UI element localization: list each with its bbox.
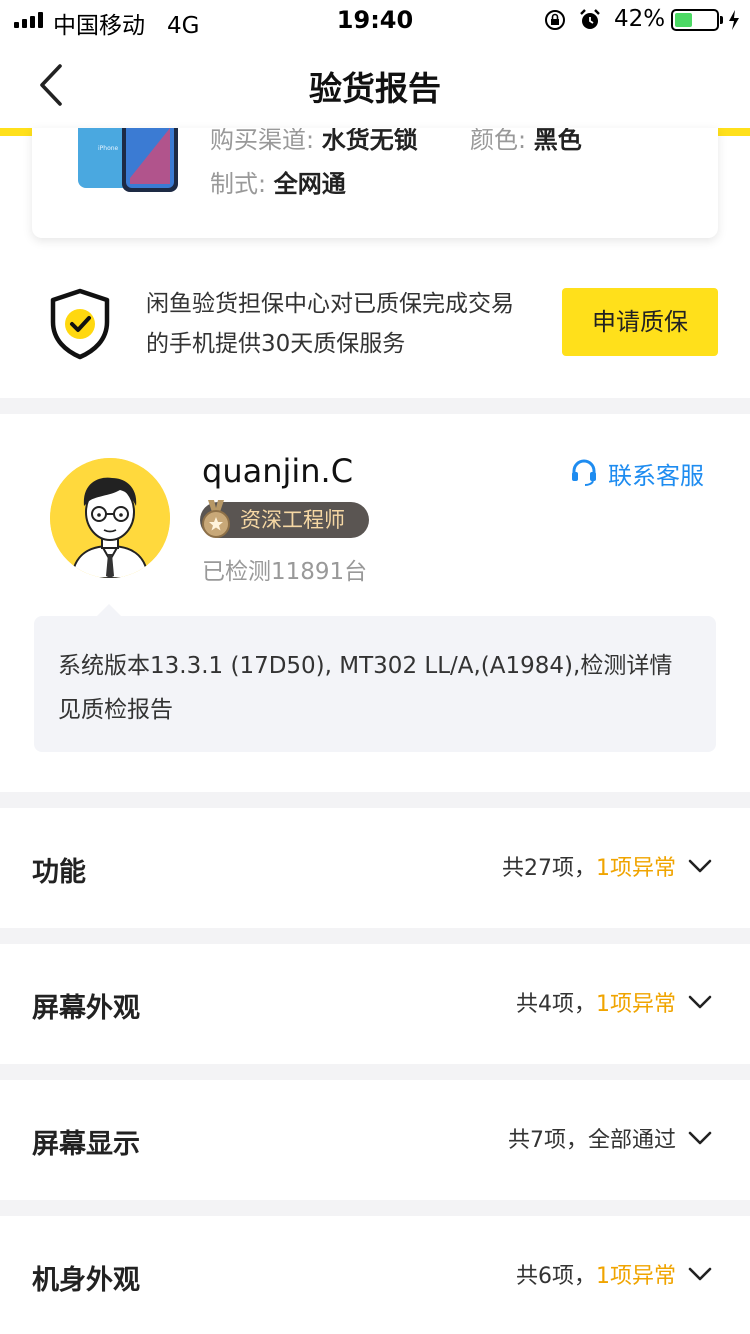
section-title: 屏幕外观 — [32, 993, 140, 1024]
charging-bolt-icon — [729, 10, 739, 30]
section-count: 共4项， — [516, 992, 596, 1017]
battery-level-fill — [675, 13, 692, 27]
inspector-name: quanjin.C — [202, 452, 354, 490]
color-value: 黑色 — [533, 128, 582, 154]
rotation-lock-icon — [545, 10, 565, 30]
inspector-avatar[interactable] — [50, 458, 170, 578]
inspection-note: 系统版本13.3.1 (17D50), MT302 LL/A,(A1984),检… — [34, 616, 716, 752]
chevron-down-icon[interactable] — [688, 858, 712, 874]
status-bar: 中国移动 4G 19:40 42% — [0, 0, 750, 40]
chevron-down-icon[interactable] — [688, 994, 712, 1010]
section-summary: 共6项，1项异常 — [516, 1258, 676, 1290]
section-screen-display[interactable]: 屏幕显示 共7项，全部通过 — [0, 1080, 750, 1200]
section-summary: 共27项，1项异常 — [502, 850, 676, 882]
product-color: 颜色: 黑色 — [470, 128, 582, 155]
headset-icon — [572, 459, 596, 486]
section-function[interactable]: 功能 共27项，1项异常 — [0, 808, 750, 928]
section-title: 屏幕显示 — [32, 1129, 140, 1160]
page-title: 验货报告 — [309, 69, 441, 108]
navigation-bar: 验货报告 — [0, 40, 750, 128]
purchase-channel-value: 水货无锁 — [321, 128, 418, 154]
section-count: 共7项， — [507, 1128, 588, 1153]
inspector-portrait-icon — [50, 458, 170, 578]
section-status: 1项异常 — [596, 1264, 676, 1289]
section-status: 全部通过 — [587, 1128, 676, 1153]
product-card[interactable]: iPhone 购买渠道: 水货无锁 颜色: 黑色 制式: 全网通 — [32, 128, 718, 238]
battery-icon — [671, 9, 719, 31]
chevron-down-icon[interactable] — [688, 1130, 712, 1146]
section-summary: 共4项，1项异常 — [516, 986, 676, 1018]
section-title: 机身外观 — [32, 1265, 140, 1296]
section-count: 共6项， — [516, 1264, 596, 1289]
section-body-appearance[interactable]: 机身外观 共6项，1项异常 — [0, 1216, 750, 1334]
chevron-down-icon[interactable] — [688, 1266, 712, 1282]
alarm-icon — [580, 9, 600, 29]
section-count: 共27项， — [502, 856, 596, 881]
section-status: 1项异常 — [596, 856, 676, 881]
section-screen-appearance[interactable]: 屏幕外观 共4项，1项异常 — [0, 944, 750, 1064]
inspector-section: quanjin.C 资深工程师 已检测11891台 联系客服 系统版本13.3.… — [0, 414, 750, 792]
iphone-xr-image: iPhone — [78, 128, 178, 192]
contact-support-button[interactable]: 联系客服 — [570, 456, 704, 491]
section-summary: 共7项，全部通过 — [508, 1122, 676, 1154]
network-standard: 制式: 全网通 — [210, 164, 346, 199]
svg-text:iPhone: iPhone — [98, 145, 119, 152]
purchase-channel-label: 购买渠道: — [210, 128, 315, 154]
inspector-title: 资深工程师 — [240, 508, 345, 532]
guarantee-description: 闲鱼验货担保中心对已质保完成交易的手机提供30天质保服务 — [146, 291, 514, 357]
purchase-channel: 购买渠道: 水货无锁 — [210, 128, 418, 155]
network-label: 制式: — [210, 170, 267, 198]
color-label: 颜色: — [470, 128, 527, 154]
shield-check-icon — [50, 288, 110, 360]
medal-icon — [202, 500, 230, 538]
battery-nub — [720, 16, 723, 24]
inspector-title-badge: 资深工程师 — [200, 500, 369, 538]
inspected-count: 已检测11891台 — [202, 559, 368, 585]
section-status: 1项异常 — [596, 992, 676, 1017]
battery-percent: 42% — [614, 6, 666, 32]
network-value: 全网通 — [273, 170, 346, 198]
section-title: 功能 — [32, 857, 86, 888]
apply-warranty-button[interactable]: 申请质保 — [562, 288, 718, 356]
